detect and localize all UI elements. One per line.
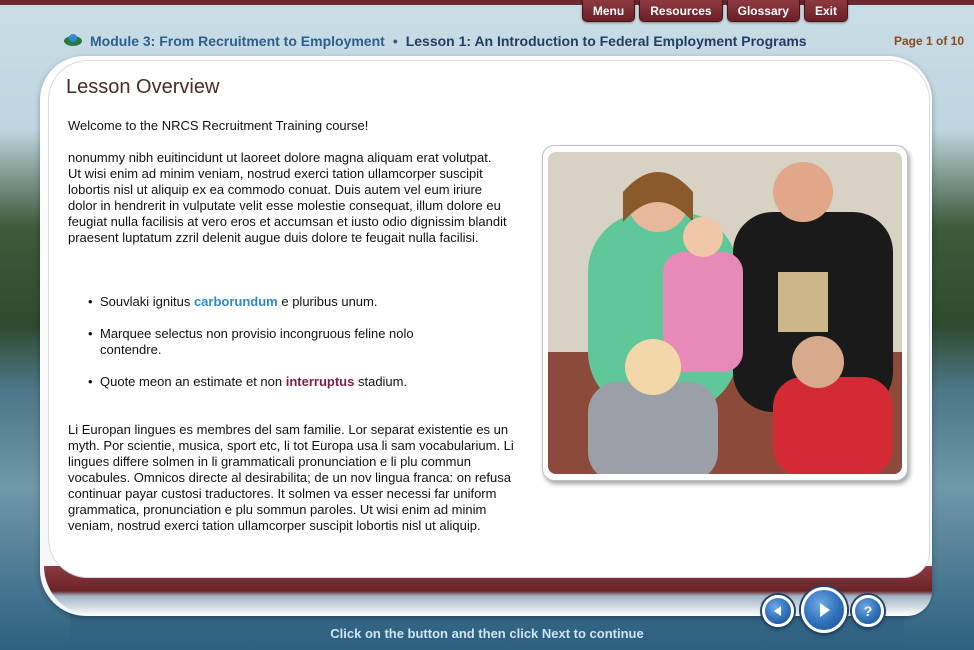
list-item-text: Souvlaki ignitus (100, 294, 194, 309)
bullet-icon: • (88, 326, 93, 341)
highlight-term[interactable]: carborundum (194, 294, 278, 309)
bullet-icon: • (88, 294, 93, 309)
list-item: • Souvlaki ignitus carborundum e pluribu… (68, 294, 508, 310)
list-item-text: Marquee selectus non provisio incongruou… (100, 326, 414, 357)
arrow-right-icon (820, 603, 830, 617)
glossary-button[interactable]: Glossary (726, 0, 800, 22)
exit-button[interactable]: Exit (803, 0, 848, 22)
list-item-text: stadium. (354, 374, 408, 389)
help-button[interactable]: ? (852, 595, 884, 627)
body-paragraph: Li Europan lingues es membres del sam fa… (68, 422, 514, 533)
arrow-left-icon (774, 606, 781, 616)
welcome-text: Welcome to the NRCS Recruitment Training… (68, 118, 369, 133)
list-item-text: e pluribus unum. (277, 294, 378, 309)
menu-button[interactable]: Menu (581, 0, 636, 22)
lesson-title: Lesson 1: An Introduction to Federal Emp… (405, 33, 807, 49)
family-photo-illustration (548, 152, 902, 474)
page-title: Lesson Overview (66, 76, 220, 98)
breadcrumb-separator: • (392, 33, 398, 49)
bullet-icon: • (88, 374, 93, 389)
course-breadcrumb: Module 3: From Recruitment to Employment… (64, 32, 964, 50)
resources-button[interactable]: Resources (639, 0, 723, 22)
bullet-list: • Souvlaki ignitus carborundum e pluribu… (68, 294, 508, 406)
intro-paragraph: nonummy nibh euitincidunt ut laoreet dol… (68, 150, 507, 245)
question-mark-icon: ? (863, 603, 873, 619)
nrcs-logo-icon (64, 34, 82, 48)
family-photo (548, 152, 902, 474)
top-navigation: Menu Resources Glossary Exit (581, 0, 848, 22)
back-button[interactable] (762, 595, 794, 627)
page-indicator: Page 1 of 10 (893, 34, 964, 48)
list-item: • Marquee selectus non provisio incongru… (68, 326, 418, 358)
module-title: Module 3: From Recruitment to Employment (90, 33, 385, 49)
highlight-term[interactable]: interruptus (286, 374, 355, 389)
list-item-text: Quote meon an estimate et non (100, 374, 286, 389)
instruction-text: Click on the button and then click Next … (330, 626, 644, 641)
list-item: • Quote meon an estimate et non interrup… (68, 374, 508, 390)
